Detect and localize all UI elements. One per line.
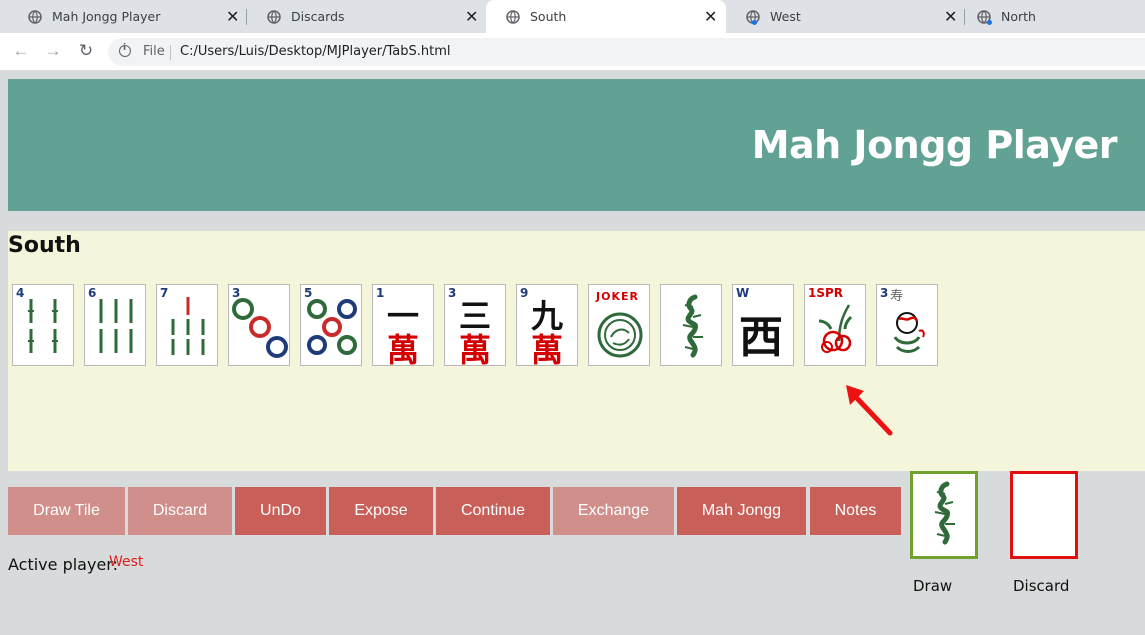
tile-1-crack[interactable]: 1 一 萬 [372, 284, 434, 366]
tile-spring-flower[interactable]: 1SPR [804, 284, 866, 366]
continue-button[interactable]: Continue [436, 487, 550, 535]
discard-button[interactable]: Discard [128, 487, 232, 535]
omnibox-divider [170, 45, 171, 60]
tile-6-bamboo[interactable]: 6 [84, 284, 146, 366]
browser-tab[interactable]: Discards ✕ [247, 0, 486, 33]
tile-index: W [736, 286, 750, 300]
close-icon[interactable]: ✕ [465, 0, 478, 33]
browser-tab-active[interactable]: South ✕ [486, 0, 726, 33]
close-icon[interactable]: ✕ [704, 0, 717, 33]
url-text[interactable]: C:/Users/Luis/Desktop/MJPlayer/TabS.html [180, 44, 451, 59]
tile-4-bamboo[interactable]: 4 [12, 284, 74, 366]
undo-button[interactable]: UnDo [235, 487, 326, 535]
pointer-arrow-icon [846, 385, 893, 436]
tile-index: 3 [232, 286, 241, 300]
file-scheme-label: File [143, 44, 165, 59]
hand-panel: South 4 6 7 3 5 1 一 萬 3 三 萬 9 九 萬 JOKER … [8, 231, 1145, 471]
discard-label: Discard [1013, 577, 1070, 595]
browser-tab[interactable]: North [965, 0, 1145, 33]
globe-icon [506, 10, 520, 24]
tile-flower[interactable]: 3 寿 [876, 284, 938, 366]
notification-dot-icon [987, 20, 992, 25]
globe-icon [267, 10, 281, 24]
notification-dot-icon [752, 20, 757, 25]
dragon-icon [934, 481, 955, 545]
tile-5-dot[interactable]: 5 [300, 284, 362, 366]
back-arrow-icon[interactable]: ← [12, 42, 30, 60]
reload-icon[interactable]: ↻ [77, 42, 95, 60]
draw-label: Draw [913, 577, 953, 595]
active-player-label: Active player: [8, 555, 118, 574]
tab-title: South [530, 9, 567, 24]
tile-green-dragon[interactable] [660, 284, 722, 366]
forward-arrow-icon[interactable]: → [44, 42, 62, 60]
discard-slot[interactable] [1010, 471, 1078, 559]
figure-icon [893, 312, 925, 353]
tab-title: Discards [291, 9, 345, 24]
exchange-button[interactable]: Exchange [553, 487, 674, 535]
url-field[interactable]: File C:/Users/Luis/Desktop/MJPlayer/TabS… [108, 38, 1145, 66]
page-header: Mah Jongg Player [8, 79, 1145, 211]
close-icon[interactable]: ✕ [226, 0, 239, 33]
tile-character: 萬 [387, 331, 420, 366]
tile-3-crack[interactable]: 3 三 萬 [444, 284, 506, 366]
page-title: Mah Jongg Player [751, 123, 1118, 167]
tab-title: Mah Jongg Player [52, 9, 161, 24]
active-player-value: West [109, 554, 144, 570]
tab-title: North [1001, 9, 1036, 24]
notes-button[interactable]: Notes [810, 487, 901, 535]
tile-index: 7 [160, 286, 169, 300]
tile-9-crack[interactable]: 9 九 萬 [516, 284, 578, 366]
tile-character: 西 [739, 312, 783, 363]
tile-7-bamboo[interactable]: 7 [156, 284, 218, 366]
flower-icon [818, 304, 853, 353]
dragon-medallion-icon [597, 312, 643, 358]
tile-index: 6 [88, 286, 97, 300]
tile-west-wind[interactable]: W 西 [732, 284, 794, 366]
tile-3-dot[interactable]: 3 [228, 284, 290, 366]
tile-index: 1 [376, 286, 385, 300]
browser-tab[interactable]: West ✕ [726, 0, 965, 33]
browser-tab[interactable]: Mah Jongg Player ✕ [8, 0, 247, 33]
tile-character: 萬 [531, 331, 564, 366]
info-icon[interactable] [119, 43, 131, 57]
tile-joker[interactable]: JOKER [588, 284, 650, 366]
address-bar: ← → ↻ File C:/Users/Luis/Desktop/MJPlaye… [0, 33, 1145, 71]
close-icon[interactable]: ✕ [944, 0, 957, 33]
mah-jongg-button[interactable]: Mah Jongg [677, 487, 806, 535]
dragon-icon [682, 294, 703, 358]
tile-index: 9 [520, 286, 529, 300]
tab-title: West [770, 9, 801, 24]
player-name: South [8, 233, 81, 258]
tile-index: 4 [16, 286, 25, 300]
browser-tab-bar: Mah Jongg Player ✕ Discards ✕ South ✕ We… [0, 0, 1145, 33]
expose-button[interactable]: Expose [329, 487, 433, 535]
draw-tile-button[interactable]: Draw Tile [8, 487, 125, 535]
globe-icon [28, 10, 42, 24]
tile-index: 3 [448, 286, 457, 300]
draw-slot[interactable] [910, 471, 978, 559]
tile-character: 萬 [459, 331, 492, 366]
tile-index: 5 [304, 286, 313, 300]
